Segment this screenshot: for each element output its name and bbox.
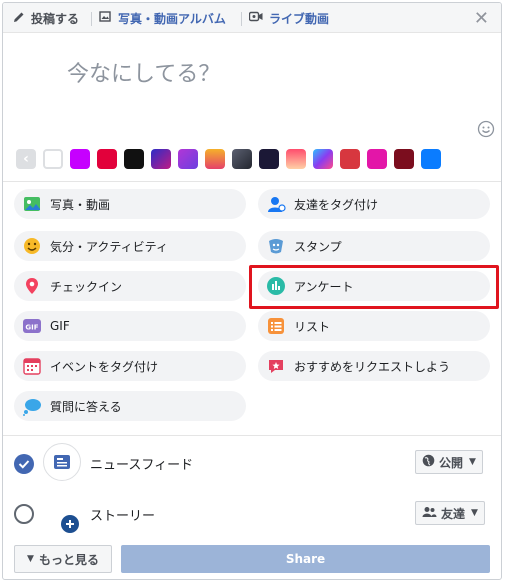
- option-label: イベントをタグ付け: [50, 359, 159, 374]
- photo-icon: [22, 194, 42, 214]
- composer-area[interactable]: 今なにしてる？: [3, 34, 501, 140]
- option-sticker[interactable]: スタンプ: [258, 231, 490, 261]
- swatch-color[interactable]: [421, 149, 441, 169]
- story-checkbox[interactable]: [14, 504, 34, 524]
- swatch-color[interactable]: [178, 149, 198, 169]
- swatch-color[interactable]: [43, 149, 63, 169]
- option-label: 友達をタグ付け: [294, 197, 379, 212]
- privacy-label: 友達: [441, 506, 466, 521]
- swatch-color[interactable]: [151, 149, 171, 169]
- photo-album-icon: [99, 10, 112, 26]
- tab-live-video-label: ライブ動画: [269, 11, 330, 26]
- news-feed-privacy-dropdown[interactable]: 公開 ▼: [415, 450, 483, 474]
- list-icon: [266, 316, 286, 336]
- audience-news-feed[interactable]: ニュースフィード 公開 ▼: [3, 439, 501, 485]
- share-button[interactable]: Share: [121, 545, 490, 573]
- swatch-color[interactable]: [124, 149, 144, 169]
- tab-post-label: 投稿する: [31, 11, 80, 26]
- option-label: チェックイン: [50, 279, 123, 294]
- see-more-button[interactable]: ▼ もっと見る: [14, 545, 112, 573]
- swatch-color[interactable]: [340, 149, 360, 169]
- tag-friends-icon: [266, 194, 286, 214]
- feeling-emoji-icon: [22, 236, 42, 256]
- option-label: GIF: [50, 319, 70, 333]
- option-gif[interactable]: GIF GIF: [14, 311, 246, 341]
- audience-story[interactable]: ストーリー 友達 ▼: [3, 489, 501, 535]
- swatch-color[interactable]: [367, 149, 387, 169]
- friends-icon: [422, 506, 437, 521]
- share-label: Share: [285, 552, 326, 566]
- background-color-picker: ‹: [16, 149, 441, 171]
- story-avatar: [43, 493, 81, 533]
- option-list[interactable]: リスト: [258, 311, 490, 341]
- plus-icon: [61, 515, 79, 533]
- option-label: 気分・アクティビティ: [50, 239, 168, 254]
- story-label: ストーリー: [90, 509, 156, 524]
- swatch-color[interactable]: [70, 149, 90, 169]
- tab-divider: [91, 12, 92, 26]
- question-bubble-icon: [22, 396, 42, 416]
- swatch-color[interactable]: [286, 149, 306, 169]
- tab-photo-album[interactable]: 写真・動画アルバム: [99, 3, 226, 33]
- pencil-icon: [13, 11, 25, 26]
- globe-icon: [422, 454, 435, 470]
- option-label: 写真・動画: [50, 197, 111, 212]
- option-tag-event[interactable]: イベントをタグ付け: [14, 351, 246, 381]
- swatch-color[interactable]: [313, 149, 333, 169]
- video-camera-icon: [248, 11, 263, 25]
- smiley-icon[interactable]: [477, 120, 495, 138]
- tab-post[interactable]: 投稿する: [13, 3, 79, 33]
- swatch-color[interactable]: [205, 149, 225, 169]
- option-label: リスト: [294, 319, 331, 334]
- calendar-icon: [22, 356, 42, 376]
- recommendation-icon: [266, 356, 286, 376]
- privacy-label: 公開: [439, 455, 464, 470]
- swatch-color[interactable]: [259, 149, 279, 169]
- composer-tabs: 投稿する 写真・動画アルバム ライブ動画 ✕: [3, 3, 501, 33]
- composer-placeholder[interactable]: 今なにしてる？: [67, 56, 220, 88]
- close-icon[interactable]: ✕: [474, 8, 489, 29]
- tab-live-video[interactable]: ライブ動画: [248, 3, 330, 33]
- post-composer-dialog: 投稿する 写真・動画アルバム ライブ動画 ✕ 今なにしてる？ ‹ 写真・動画 友…: [2, 2, 502, 580]
- option-tag-friends[interactable]: 友達をタグ付け: [258, 189, 490, 219]
- swatch-back-button[interactable]: ‹: [16, 149, 36, 169]
- option-check-in[interactable]: チェックイン: [14, 271, 246, 301]
- news-feed-label: ニュースフィード: [90, 458, 194, 473]
- chevron-down-icon: ▼: [469, 457, 476, 467]
- see-more-label: もっと見る: [38, 552, 99, 567]
- option-label: スタンプ: [294, 239, 342, 254]
- location-pin-icon: [22, 276, 42, 296]
- tab-photo-album-label: 写真・動画アルバム: [118, 11, 226, 26]
- option-label: 質問に答える: [50, 399, 122, 414]
- tab-divider: [241, 12, 242, 26]
- caret-down-icon: ▼: [27, 554, 34, 564]
- swatch-color[interactable]: [97, 149, 117, 169]
- story-privacy-dropdown[interactable]: 友達 ▼: [415, 501, 485, 525]
- option-label: おすすめをリクエストしよう: [294, 359, 451, 374]
- option-photo-video[interactable]: 写真・動画: [14, 189, 246, 219]
- news-feed-checkbox[interactable]: [14, 454, 34, 474]
- option-ask-recommendation[interactable]: おすすめをリクエストしよう: [258, 351, 490, 381]
- chevron-down-icon: ▼: [471, 508, 478, 518]
- swatch-color[interactable]: [232, 149, 252, 169]
- sticker-icon: [266, 236, 286, 256]
- poll-highlight-box: [249, 265, 499, 309]
- svg-text:GIF: GIF: [25, 324, 38, 332]
- swatch-color[interactable]: [394, 149, 414, 169]
- option-answer-question[interactable]: 質問に答える: [14, 391, 246, 421]
- divider: [3, 181, 501, 182]
- option-feeling[interactable]: 気分・アクティビティ: [14, 231, 246, 261]
- gif-icon: GIF: [22, 316, 42, 336]
- news-feed-icon: [43, 443, 81, 481]
- divider: [3, 435, 501, 436]
